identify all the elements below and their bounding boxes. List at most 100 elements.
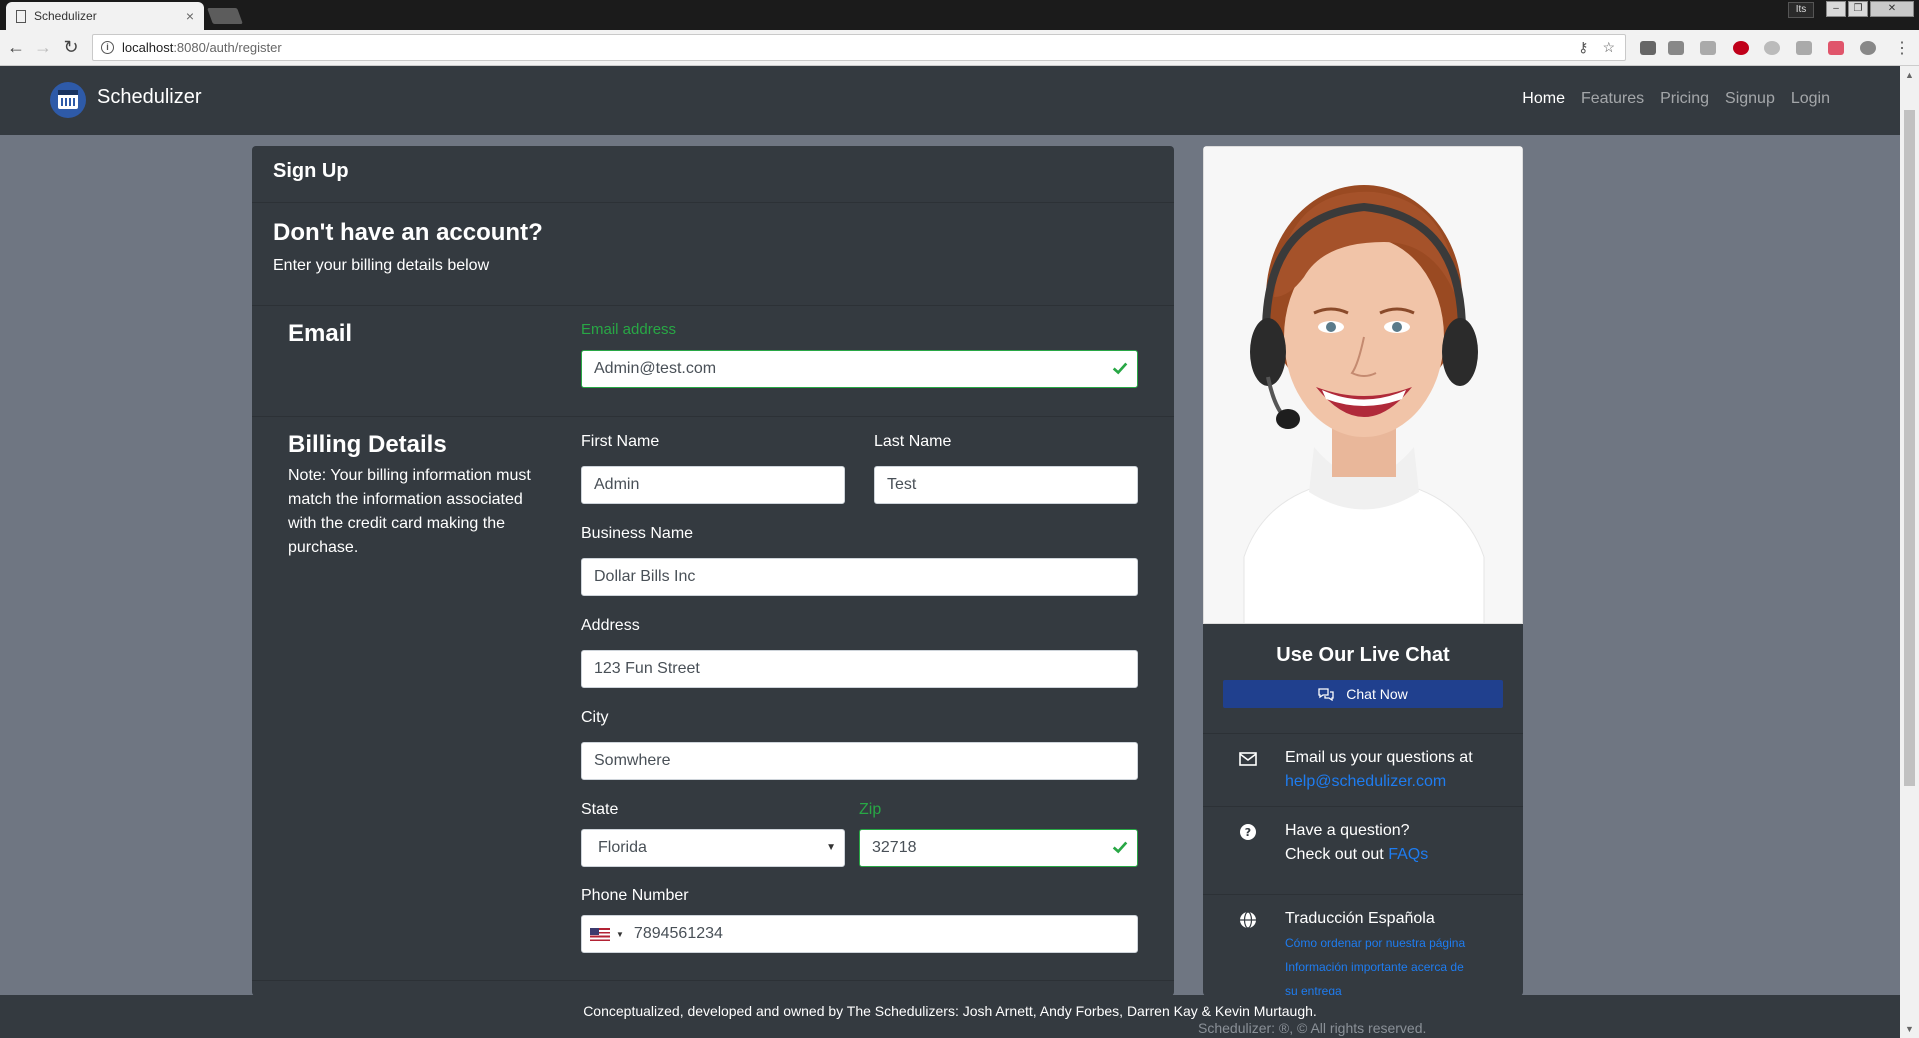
faq-link[interactable]: FAQs [1388, 846, 1428, 863]
first-name-label: First Name [581, 433, 660, 450]
scroll-up-arrow-icon[interactable]: ▲ [1904, 70, 1915, 80]
support-email-link[interactable]: help@schedulizer.com [1285, 770, 1473, 794]
app-navbar: Schedulizer Home Features Pricing Signup… [0, 66, 1900, 135]
first-name-input[interactable]: Admin [581, 466, 845, 504]
state-select[interactable]: Florida ▼ [581, 829, 845, 867]
support-agent-photo [1203, 146, 1523, 624]
phone-input[interactable]: ▼ 7894561234 [581, 915, 1138, 953]
tab-title: Schedulizer [34, 9, 97, 23]
email-input[interactable]: Admin@test.com [581, 350, 1138, 388]
extension-icon[interactable] [1764, 41, 1780, 55]
spanish-translation-row: Traducción Española Cómo ordenar por nue… [1203, 895, 1523, 996]
address-value: 123 Fun Street [594, 660, 700, 677]
check-icon [1112, 362, 1128, 375]
extension-icon[interactable] [1668, 41, 1684, 55]
profile-button[interactable]: Its [1788, 2, 1814, 18]
brand-name[interactable]: Schedulizer [97, 86, 202, 109]
svg-text:?: ? [1245, 826, 1251, 839]
nav-link-signup[interactable]: Signup [1725, 90, 1775, 108]
scroll-thumb[interactable] [1904, 110, 1915, 786]
email-support-row: Email us your questions at help@scheduli… [1203, 734, 1523, 807]
close-tab-icon[interactable]: × [186, 8, 194, 24]
browser-menu-icon[interactable]: ⋮ [1894, 38, 1910, 58]
us-flag-icon[interactable] [590, 927, 610, 941]
email-label: Email address [581, 321, 677, 338]
phone-value: 7894561234 [633, 925, 723, 942]
browser-tab-bar: Schedulizer × Its – ❐ ✕ [0, 0, 1919, 30]
url-path: :8080/auth/register [173, 40, 282, 55]
key-icon[interactable]: ⚷ [1578, 39, 1588, 56]
extension-icon[interactable] [1860, 41, 1876, 55]
signup-card: Sign Up Don't have an account? Enter you… [252, 146, 1174, 996]
new-tab-button[interactable] [207, 8, 243, 24]
card-header: Sign Up [252, 146, 1174, 203]
scroll-down-arrow-icon[interactable]: ▼ [1904, 1024, 1915, 1034]
billing-section-title: Billing Details [288, 431, 447, 458]
close-window-button[interactable]: ✕ [1870, 1, 1914, 17]
address-input[interactable]: 123 Fun Street [581, 650, 1138, 688]
nav-link-pricing[interactable]: Pricing [1660, 90, 1709, 108]
browser-toolbar: ← → ↻ i localhost:8080/auth/register ⚷ ☆… [0, 30, 1919, 66]
last-name-value: Test [887, 476, 917, 493]
extension-icon[interactable] [1828, 41, 1844, 55]
section-divider [252, 980, 1174, 981]
support-agent-illustration [1204, 147, 1522, 623]
state-label: State [581, 801, 619, 818]
city-input[interactable]: Somwhere [581, 742, 1138, 780]
globe-icon [1240, 911, 1256, 929]
spanish-link-info[interactable]: Información importante acerca de [1285, 955, 1465, 979]
live-chat-title: Use Our Live Chat [1276, 644, 1450, 666]
address-bar[interactable]: i localhost:8080/auth/register ⚷ ☆ [92, 34, 1626, 61]
calendar-logo-icon[interactable] [50, 82, 86, 118]
address-label: Address [581, 617, 640, 634]
zip-input[interactable]: 32718 [859, 829, 1138, 867]
browser-tab[interactable]: Schedulizer × [6, 2, 204, 30]
extension-icon[interactable] [1640, 41, 1656, 55]
restore-window-button[interactable]: ❐ [1848, 1, 1868, 17]
faq-prefix: Check out out [1285, 846, 1384, 863]
email-section-title: Email [288, 320, 353, 347]
live-chat-section: Use Our Live Chat Chat Now [1203, 624, 1523, 734]
footer-rights: Schedulizer: ®, © All rights reserved. [1198, 1020, 1427, 1036]
city-value: Somwhere [594, 752, 671, 769]
spanish-title: Traducción Española [1285, 910, 1435, 927]
intro-title: Don't have an account? [273, 219, 543, 246]
intro-section: Don't have an account? Enter your billin… [252, 203, 1174, 306]
chat-bubbles-icon [1318, 688, 1334, 701]
zip-value: 32718 [872, 839, 917, 856]
business-name-label: Business Name [581, 525, 694, 542]
spanish-link-order[interactable]: Cómo ordenar por nuestra página [1285, 931, 1465, 955]
last-name-input[interactable]: Test [874, 466, 1138, 504]
site-info-icon[interactable]: i [101, 41, 114, 54]
zip-label: Zip [859, 801, 882, 818]
business-name-input[interactable]: Dollar Bills Inc [581, 558, 1138, 596]
last-name-label: Last Name [874, 433, 952, 450]
footer-credit: Conceptualized, developed and owned by T… [583, 1003, 1317, 1019]
url-host: localhost [122, 40, 174, 55]
chat-now-button[interactable]: Chat Now [1223, 680, 1503, 708]
back-arrow-icon[interactable]: ← [5, 36, 27, 58]
chat-now-label: Chat Now [1346, 686, 1408, 702]
state-value: Florida [598, 839, 647, 856]
section-divider [252, 416, 1174, 417]
minimize-window-button[interactable]: – [1826, 1, 1846, 17]
city-label: City [581, 709, 609, 726]
extension-icon[interactable] [1700, 41, 1716, 55]
spanish-link-delivery[interactable]: su entrega [1285, 979, 1465, 996]
reload-icon[interactable]: ↻ [60, 36, 82, 58]
nav-link-home[interactable]: Home [1522, 90, 1565, 108]
nav-link-features[interactable]: Features [1581, 90, 1644, 108]
ublock-icon[interactable] [1733, 41, 1749, 55]
forward-arrow-icon[interactable]: → [32, 36, 54, 58]
billing-note: Note: Your billing information must matc… [288, 467, 531, 556]
email-us-text: Email us your questions at [1285, 749, 1473, 766]
nav-link-login[interactable]: Login [1791, 90, 1830, 108]
nav-links: Home Features Pricing Signup Login [1522, 90, 1830, 108]
check-icon [1112, 841, 1128, 854]
faq-row: ? Have a question? Check out out FAQs [1203, 807, 1523, 895]
camera-icon[interactable] [1796, 41, 1812, 55]
question-circle-icon: ? [1240, 824, 1256, 840]
intro-subtitle: Enter your billing details below [273, 257, 490, 274]
country-caret-icon[interactable]: ▼ [616, 930, 624, 939]
bookmark-star-icon[interactable]: ☆ [1602, 39, 1615, 56]
